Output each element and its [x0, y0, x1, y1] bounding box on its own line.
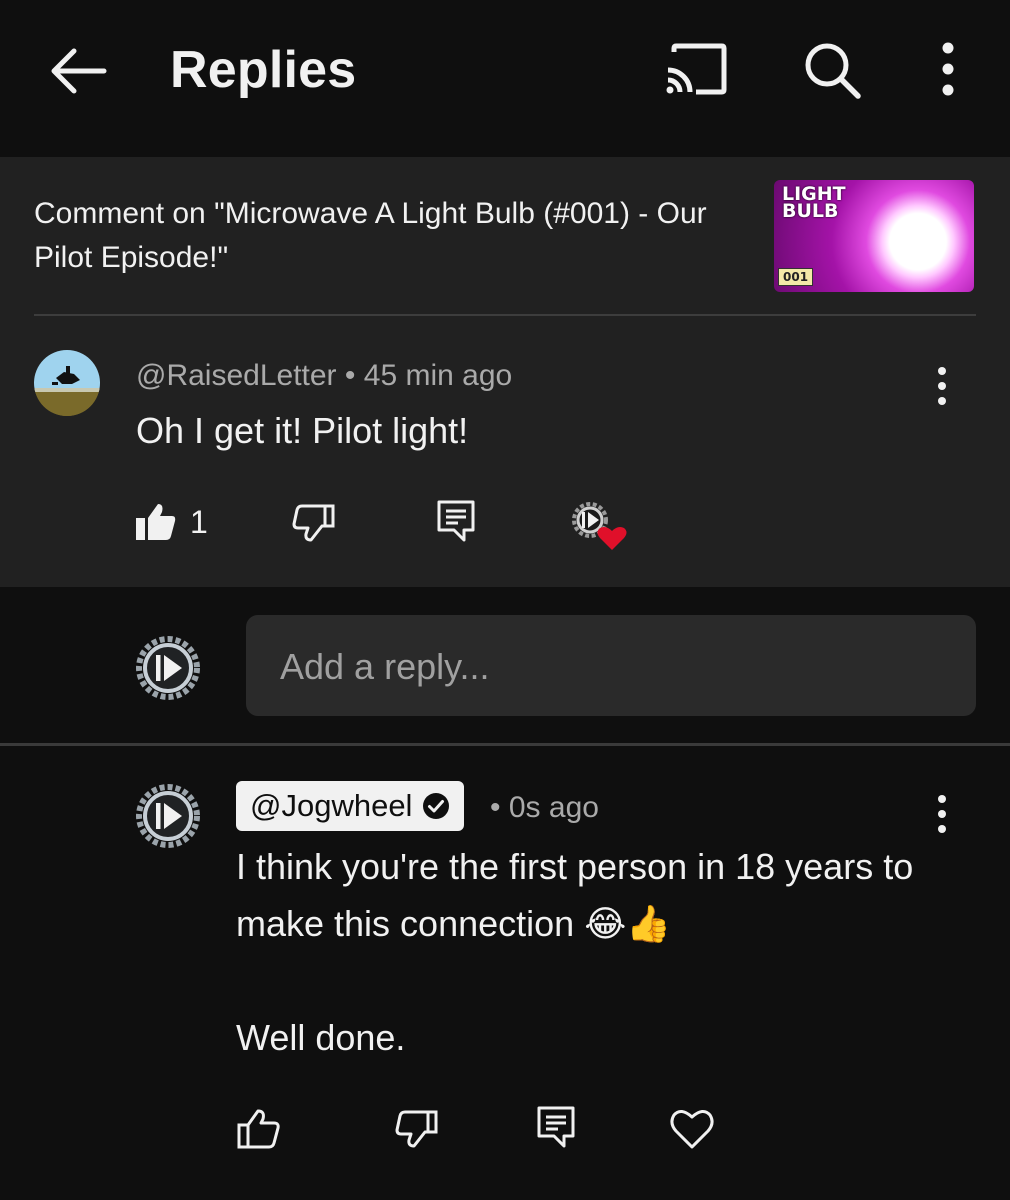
dislike-button[interactable]: [394, 1106, 440, 1152]
avatar[interactable]: [34, 350, 100, 416]
comment-meta: @RaisedLetter • 45 min ago: [136, 356, 512, 396]
author-handle[interactable]: @RaisedLetter: [136, 359, 337, 392]
avatar[interactable]: [134, 782, 202, 850]
more-vert-icon: [938, 367, 946, 405]
comment-meta: • 0s ago: [490, 788, 599, 828]
comment-more-button[interactable]: [924, 364, 960, 408]
more-vert-icon: [938, 795, 946, 833]
video-thumbnail[interactable]: LIGHT BULB 001: [774, 180, 974, 292]
more-options-button[interactable]: [926, 38, 970, 102]
divider: [34, 314, 976, 316]
channel-logo-icon: [136, 784, 200, 848]
divider: [0, 743, 1010, 746]
thumbs-down-icon: [292, 504, 335, 542]
like-count: 1: [190, 504, 208, 540]
timestamp: 0s ago: [508, 791, 599, 824]
creator-heart-icon: [572, 502, 627, 550]
thumbs-down-icon: [395, 1110, 438, 1148]
back-arrow-icon: [51, 48, 107, 94]
creator-heart-badge: [566, 496, 630, 552]
more-vert-icon: [942, 42, 954, 96]
comment-more-button[interactable]: [924, 792, 960, 836]
like-button[interactable]: [134, 500, 178, 544]
meta-separator: •: [344, 359, 356, 392]
comment-icon: [437, 500, 475, 542]
user-avatar[interactable]: [134, 634, 202, 702]
avatar-image-icon: [34, 366, 100, 416]
page-title: Replies: [170, 41, 357, 99]
thumbs-up-icon: [237, 1109, 280, 1149]
dislike-button[interactable]: [292, 500, 336, 544]
search-icon: [805, 43, 861, 99]
thumbnail-title: LIGHT BULB: [782, 183, 846, 222]
thumbnail-episode-number: 001: [778, 268, 814, 286]
comment-text: Oh I get it! Pilot light!: [136, 410, 469, 451]
channel-logo-icon: [136, 636, 200, 700]
timestamp: 45 min ago: [363, 359, 513, 392]
like-button[interactable]: [236, 1106, 282, 1152]
cast-button[interactable]: [662, 40, 728, 100]
cast-icon: [666, 43, 727, 95]
author-handle: @Jogwheel: [250, 788, 413, 823]
thumbs-up-filled-icon: [136, 504, 176, 540]
search-button[interactable]: [800, 38, 864, 102]
comment-icon: [537, 1106, 575, 1148]
back-button[interactable]: [44, 36, 114, 106]
creator-handle-badge[interactable]: @Jogwheel: [236, 781, 465, 831]
meta-separator: •: [490, 791, 501, 824]
heart-outline-icon: [670, 1110, 714, 1149]
video-context-link[interactable]: Comment on "Microwave A Light Bulb (#001…: [34, 192, 744, 280]
comment-text: I think you're the first person in 18 ye…: [236, 846, 914, 1058]
verified-check-icon: [423, 793, 450, 819]
heart-button[interactable]: [668, 1104, 716, 1152]
reply-input[interactable]: Add a reply...: [246, 615, 976, 716]
reply-input-placeholder: Add a reply...: [280, 646, 490, 687]
reply-button[interactable]: [434, 498, 478, 544]
reply-button[interactable]: [534, 1104, 578, 1150]
